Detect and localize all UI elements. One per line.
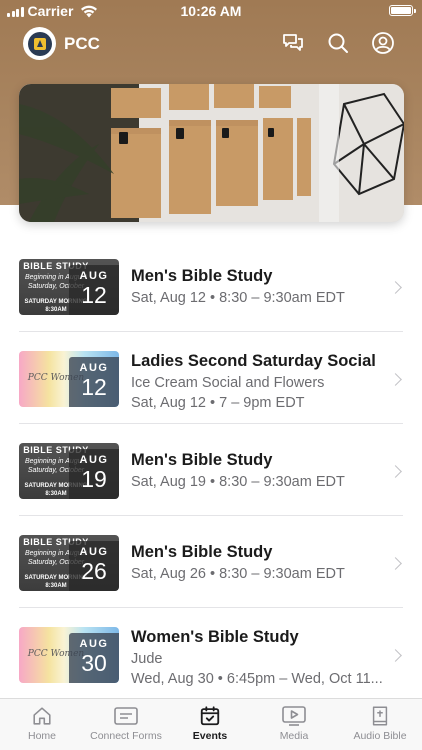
hero-banner[interactable] <box>19 84 404 222</box>
date-day: 19 <box>81 466 107 492</box>
event-date: Wed, Aug 30 • 6:45pm – Wed, Oct 11... <box>131 671 383 687</box>
hero-image <box>19 84 404 222</box>
event-title: Ladies Second Saturday Social <box>131 352 376 370</box>
date-badge: AUG 30 <box>69 633 119 683</box>
chat-icon[interactable] <box>281 31 305 55</box>
tab-media[interactable]: Media <box>252 705 336 742</box>
bible-icon <box>372 706 388 726</box>
tab-audio-bible[interactable]: Audio Bible <box>338 705 422 742</box>
date-month: AUG <box>79 362 109 374</box>
status-time: 10:26 AM <box>180 3 242 19</box>
event-thumbnail: PCC Women AUG 30 <box>19 627 119 683</box>
event-row[interactable]: BIBLE STUDY Beginning in August Saturday, … <box>0 240 422 332</box>
tab-home-label: Home <box>27 730 56 742</box>
media-icon <box>282 706 306 726</box>
church-logo[interactable] <box>23 27 56 60</box>
date-day: 26 <box>81 558 107 584</box>
event-row[interactable]: BIBLE STUDY Beginning in August Saturday, … <box>0 424 422 516</box>
tab-connect-forms[interactable]: Connect Forms <box>84 705 168 742</box>
app-title: PCC <box>64 34 100 53</box>
tab-home[interactable]: Home <box>0 705 84 742</box>
home-icon <box>33 707 51 725</box>
event-title: Men's Bible Study <box>131 543 273 561</box>
chevron-right-icon <box>389 649 402 662</box>
date-day: 12 <box>81 282 107 308</box>
event-title: Women's Bible Study <box>131 628 299 646</box>
event-detail: Jude <box>131 651 163 667</box>
date-badge: AUG 12 <box>69 265 119 315</box>
event-thumbnail: BIBLE STUDY Beginning in August Saturday, … <box>19 259 119 315</box>
date-month: AUG <box>79 546 109 558</box>
chevron-right-icon <box>389 373 402 386</box>
event-row[interactable]: PCC Women AUG 12 Ladies Second Saturday Soc… <box>0 332 422 424</box>
tab-events-label: Events <box>192 730 228 742</box>
event-date: Sat, Aug 12 • 7 – 9pm EDT <box>131 395 305 411</box>
event-detail: Sat, Aug 26 • 8:30 – 9:30am EDT <box>131 566 345 582</box>
date-badge: AUG 12 <box>69 357 119 407</box>
date-month: AUG <box>79 638 109 650</box>
tab-audio-bible-label: Audio Bible <box>353 730 407 742</box>
date-day: 30 <box>81 650 107 676</box>
event-title: Men's Bible Study <box>131 267 273 285</box>
event-thumbnail: PCC Women AUG 12 <box>19 351 119 407</box>
battery-icon <box>389 5 416 16</box>
form-icon <box>114 707 138 725</box>
chevron-right-icon <box>389 281 402 294</box>
event-thumbnail: BIBLE STUDY Beginning in August Saturday, … <box>19 535 119 591</box>
event-detail: Sat, Aug 12 • 8:30 – 9:30am EDT <box>131 290 345 306</box>
event-thumbnail: BIBLE STUDY Beginning in August Saturday, … <box>19 443 119 499</box>
chevron-right-icon <box>389 557 402 570</box>
tab-connect-forms-label: Connect Forms <box>90 730 162 742</box>
calendar-icon <box>200 706 220 726</box>
app-bar: PCC <box>0 26 422 62</box>
date-month: AUG <box>79 270 109 282</box>
tab-media-label: Media <box>279 730 309 742</box>
profile-icon[interactable] <box>371 31 395 55</box>
chevron-right-icon <box>389 465 402 478</box>
event-title: Men's Bible Study <box>131 451 273 469</box>
event-detail: Ice Cream Social and Flowers <box>131 375 325 391</box>
tab-bar: Home Connect Forms Events Media Audio Bi… <box>0 698 422 750</box>
tab-events[interactable]: Events <box>168 705 252 742</box>
event-row[interactable]: BIBLE STUDY Beginning in August Saturday, … <box>0 516 422 608</box>
date-day: 12 <box>81 374 107 400</box>
date-month: AUG <box>79 454 109 466</box>
logo-mark-icon <box>33 37 46 50</box>
event-row[interactable]: PCC Women AUG 30 Women's Bible Study Jude Wed… <box>0 608 422 700</box>
date-badge: AUG 26 <box>69 541 119 591</box>
search-icon[interactable] <box>326 31 350 55</box>
status-bar: Carrier 10:26 AM <box>0 0 422 22</box>
event-detail: Sat, Aug 19 • 8:30 – 9:30am EDT <box>131 474 345 490</box>
date-badge: AUG 19 <box>69 449 119 499</box>
